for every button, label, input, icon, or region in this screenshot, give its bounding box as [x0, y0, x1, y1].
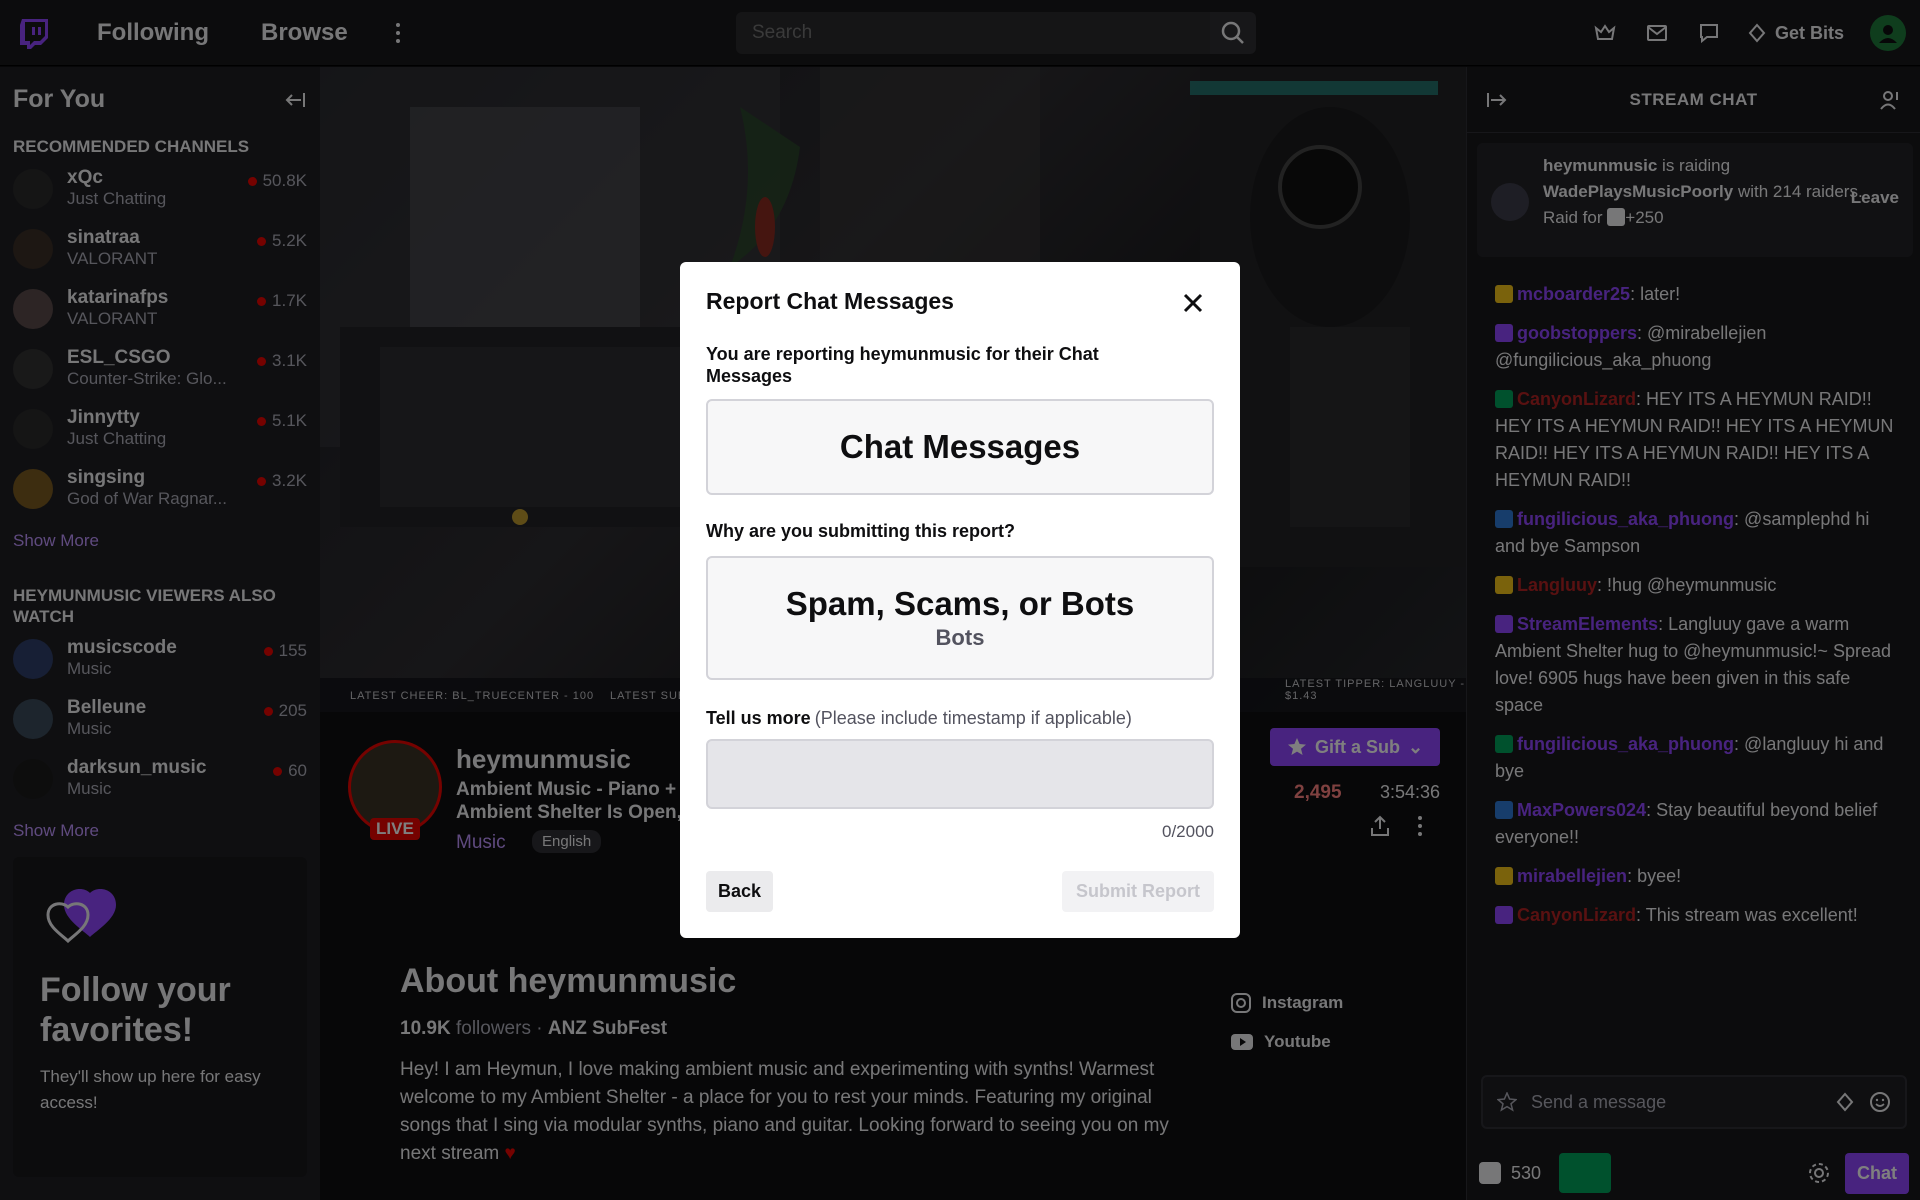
modal-title: Report Chat Messages [706, 288, 954, 314]
character-counter: 0/2000 [1162, 822, 1214, 841]
reason-question: Why are you submitting this report? [706, 521, 1016, 541]
report-details-textarea[interactable] [706, 739, 1214, 809]
report-type-label: Chat Messages [839, 428, 1081, 465]
submit-report-button[interactable]: Submit Report [1062, 871, 1214, 912]
close-icon[interactable] [1182, 292, 1204, 314]
tell-us-more-title: Tell us more [706, 708, 811, 728]
reason-sub-label: Bots [935, 625, 985, 650]
report-type-selector[interactable]: Chat Messages [706, 399, 1214, 495]
report-reason-selector[interactable]: Spam, Scams, or Bots Bots [706, 556, 1214, 680]
tell-us-more-label: Tell us more (Please include timestamp if… [706, 708, 1214, 729]
tell-us-more-hint: (Please include timestamp if applicable) [814, 708, 1132, 728]
back-button[interactable]: Back [706, 871, 774, 912]
report-modal: Report Chat Messages You are reporting h… [680, 262, 1240, 938]
reason-label: Spam, Scams, or Bots [785, 585, 1135, 622]
modal-subtitle: You are reporting heymunmusic for their … [706, 344, 1099, 386]
